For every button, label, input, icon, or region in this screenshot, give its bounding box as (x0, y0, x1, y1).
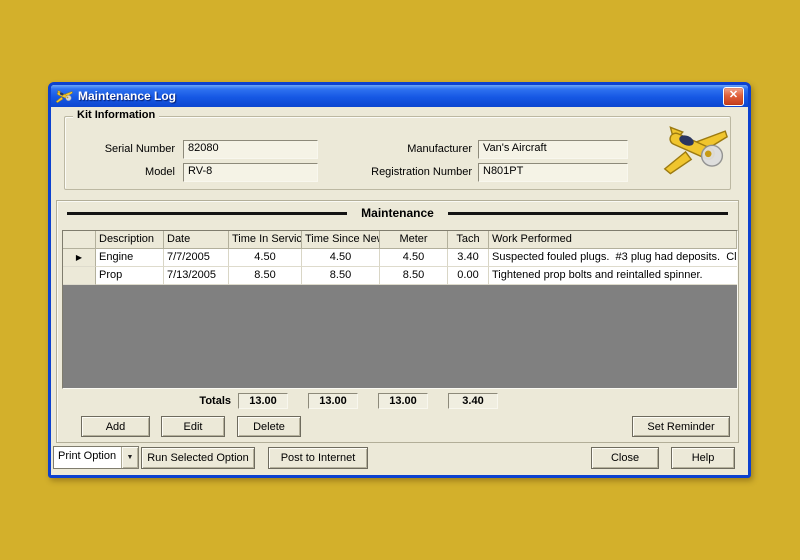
totals-label: Totals (157, 395, 231, 407)
table-row[interactable]: ▶ Engine 7/7/2005 4.50 4.50 4.50 3.40 Su… (63, 249, 737, 267)
cell-tach[interactable]: 3.40 (448, 249, 489, 267)
total-tach: 3.40 (448, 393, 498, 409)
cell-meter[interactable]: 8.50 (380, 267, 448, 285)
run-selected-option-button[interactable]: Run Selected Option (141, 447, 255, 469)
cell-time-since-new[interactable]: 4.50 (302, 249, 380, 267)
window-title: Maintenance Log (78, 89, 176, 103)
cell-time-in-service[interactable]: 8.50 (229, 267, 302, 285)
header-date: Date (164, 231, 229, 249)
post-to-internet-button[interactable]: Post to Internet (268, 447, 368, 469)
delete-button[interactable]: Delete (237, 416, 301, 437)
title-bar[interactable]: Maintenance Log ✕ (51, 85, 748, 107)
heading-rule-left (67, 212, 347, 215)
desktop-background: Maintenance Log ✕ Kit Information Serial… (0, 0, 800, 560)
header-row-selector (63, 231, 96, 249)
close-button[interactable]: ✕ (723, 87, 744, 106)
serial-number-field[interactable]: 82080 (183, 140, 318, 159)
heading-rule-right (448, 212, 728, 215)
registration-number-field[interactable]: N801PT (478, 163, 628, 182)
table-row[interactable]: Prop 7/13/2005 8.50 8.50 8.50 0.00 Tight… (63, 267, 737, 285)
header-description: Description (96, 231, 164, 249)
header-tach: Tach (448, 231, 489, 249)
header-time-in-service: Time In Service (229, 231, 302, 249)
maintenance-table: Description Date Time In Service Time Si… (62, 230, 738, 389)
manufacturer-field[interactable]: Van's Aircraft (478, 140, 628, 159)
cell-work-performed[interactable]: Tightened prop bolts and reintalled spin… (489, 267, 737, 285)
registration-number-label: Registration Number (327, 166, 472, 178)
cell-time-since-new[interactable]: 8.50 (302, 267, 380, 285)
cell-date[interactable]: 7/13/2005 (164, 267, 229, 285)
cell-date[interactable]: 7/7/2005 (164, 249, 229, 267)
maintenance-heading-text: Maintenance (361, 206, 434, 220)
maintenance-heading: Maintenance (67, 206, 728, 220)
print-option-dropdown[interactable]: Print Option ▼ (53, 446, 139, 469)
dialog-client-area: Kit Information Serial Number 82080 Mode… (51, 107, 742, 469)
maintenance-log-window: Maintenance Log ✕ Kit Information Serial… (48, 82, 751, 478)
cell-description[interactable]: Prop (96, 267, 164, 285)
header-time-since-new: Time Since New (302, 231, 380, 249)
help-button[interactable]: Help (671, 447, 735, 469)
airplane-graphic (661, 123, 729, 177)
chevron-down-icon[interactable]: ▼ (121, 447, 138, 468)
kit-information-legend: Kit Information (73, 109, 159, 121)
model-label: Model (75, 166, 175, 178)
print-option-value: Print Option (54, 447, 121, 468)
row-selector-cell[interactable] (63, 267, 96, 285)
manufacturer-label: Manufacturer (347, 143, 472, 155)
row-selector-cell[interactable]: ▶ (63, 249, 96, 267)
model-field[interactable]: RV-8 (183, 163, 318, 182)
table-header-row: Description Date Time In Service Time Si… (63, 231, 737, 249)
close-dialog-button[interactable]: Close (591, 447, 659, 469)
window-airplane-icon (55, 89, 73, 104)
cell-meter[interactable]: 4.50 (380, 249, 448, 267)
set-reminder-button[interactable]: Set Reminder (632, 416, 730, 437)
selected-row-arrow-icon: ▶ (76, 253, 82, 262)
maintenance-panel: Maintenance Description Date Time In Ser… (56, 200, 739, 443)
cell-work-performed[interactable]: Suspected fouled plugs. #3 plug had depo… (489, 249, 737, 267)
add-button[interactable]: Add (81, 416, 150, 437)
cell-time-in-service[interactable]: 4.50 (229, 249, 302, 267)
cell-description[interactable]: Engine (96, 249, 164, 267)
header-work-performed: Work Performed (489, 231, 737, 249)
total-time-since-new: 13.00 (308, 393, 358, 409)
cell-tach[interactable]: 0.00 (448, 267, 489, 285)
total-meter: 13.00 (378, 393, 428, 409)
header-meter: Meter (380, 231, 448, 249)
kit-information-group: Kit Information Serial Number 82080 Mode… (64, 116, 731, 190)
total-time-in-service: 13.00 (238, 393, 288, 409)
serial-number-label: Serial Number (75, 143, 175, 155)
edit-button[interactable]: Edit (161, 416, 225, 437)
